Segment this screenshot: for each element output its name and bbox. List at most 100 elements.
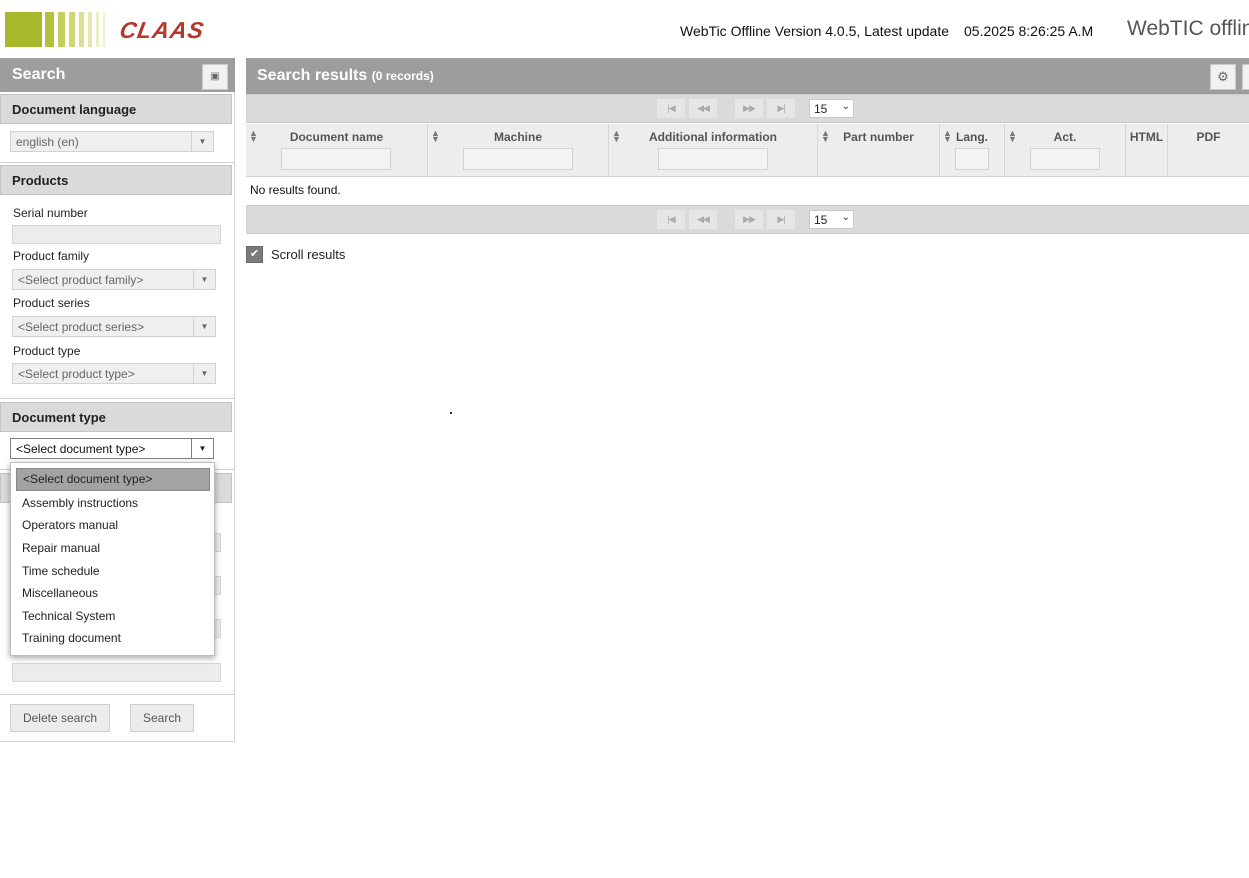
document-type-option[interactable]: Assembly instructions <box>22 496 138 510</box>
settings-button[interactable]: ⚙ <box>1210 64 1236 90</box>
delete-search-button[interactable]: Delete search <box>10 704 110 732</box>
version-text: WebTic Offline Version 4.0.5, Latest upd… <box>680 23 950 39</box>
machine-filter-input[interactable] <box>463 148 573 170</box>
document-type-value: <Select document type> <box>16 442 146 456</box>
column-language[interactable]: ▲ ▼ Lang. <box>940 124 1005 177</box>
stray-dot <box>450 412 452 414</box>
logo-bar <box>103 12 105 47</box>
panel-extra-button[interactable] <box>1242 64 1249 90</box>
column-additional-information[interactable]: ▲ ▼ Additional information <box>609 124 818 177</box>
document-type-option[interactable]: Time schedule <box>22 564 100 578</box>
additional-information-filter-input[interactable] <box>658 148 768 170</box>
app-header: CLAAS WebTic Offline Version 4.0.5, Late… <box>0 0 1249 58</box>
logo-bar <box>45 12 54 47</box>
chevron-down-icon: ⌄ <box>841 212 850 223</box>
collapse-panel-button[interactable]: ▣ <box>202 64 228 90</box>
last-page-icon[interactable]: ▶| <box>767 210 795 229</box>
pager-bottom: |◀ ◀◀ ▶▶ ▶| 15 ⌄ <box>246 205 1249 234</box>
document-type-option[interactable]: <Select document type> <box>16 468 210 491</box>
claas-logo: CLAAS <box>5 12 210 47</box>
scroll-results-label[interactable]: Scroll results <box>271 247 345 262</box>
next-page-icon[interactable]: ▶▶ <box>735 210 763 229</box>
collapse-icon: ▣ <box>210 71 220 82</box>
product-series-label: Product series <box>13 296 90 310</box>
document-type-option[interactable]: Operators manual <box>22 518 118 532</box>
search-results-title-text: Search results <box>257 67 368 84</box>
product-series-select[interactable]: <Select product series> ▼ <box>12 316 216 337</box>
column-title: Document name <box>289 130 384 144</box>
column-html: HTML <box>1126 124 1168 177</box>
previous-page-icon[interactable]: ◀◀ <box>689 210 717 229</box>
serial-number-input[interactable] <box>12 225 221 244</box>
chevron-down-icon: ⌄ <box>841 101 850 112</box>
page-size-select[interactable]: 15 ⌄ <box>809 210 854 229</box>
last-page-icon[interactable]: ▶| <box>767 99 795 118</box>
logo-bar <box>79 12 84 47</box>
page-size-value: 15 <box>814 102 828 116</box>
column-title: Act. <box>1053 130 1077 144</box>
hidden-field-input[interactable] <box>12 663 221 682</box>
act-filter-input[interactable] <box>1030 148 1100 170</box>
update-datetime: 05.2025 8:26:25 A.M <box>964 23 1094 39</box>
pager-top: |◀ ◀◀ ▶▶ ▶| 15 ⌄ <box>246 94 1249 123</box>
section-divider <box>0 398 235 399</box>
language-filter-input[interactable] <box>955 148 989 170</box>
product-family-label: Product family <box>13 249 90 263</box>
search-panel-title: Search <box>0 58 235 92</box>
column-document-name[interactable]: ▲ ▼ Document name <box>246 124 428 177</box>
logo-bar <box>5 12 42 47</box>
product-type-label: Product type <box>13 344 81 358</box>
chevron-down-icon[interactable]: ▼ <box>191 132 213 151</box>
logo-bar <box>96 12 99 47</box>
document-language-heading[interactable]: Document language <box>0 94 232 124</box>
chevron-down-icon[interactable]: ▼ <box>191 439 213 458</box>
column-title: Machine <box>493 130 542 144</box>
page-size-value: 15 <box>814 213 828 227</box>
column-machine[interactable]: ▲ ▼ Machine <box>428 124 609 177</box>
previous-page-icon[interactable]: ◀◀ <box>689 99 717 118</box>
document-language-select[interactable]: english (en) ▼ <box>10 131 214 152</box>
column-title: PDF <box>1196 130 1221 144</box>
column-title: Lang. <box>956 130 988 144</box>
column-part-number[interactable]: ▲ ▼ Part number <box>818 124 940 177</box>
product-type-value: <Select product type> <box>18 367 135 381</box>
column-pdf: PDF <box>1168 124 1249 177</box>
document-type-select[interactable]: <Select document type> ▼ <box>10 438 214 459</box>
brand-title: WebTIC offline <box>1127 17 1249 40</box>
document-language-value: english (en) <box>16 135 79 149</box>
column-act[interactable]: ▲ ▼ Act. <box>1005 124 1126 177</box>
scroll-results-checkbox[interactable]: ✔ <box>246 246 263 263</box>
logo-bar <box>69 12 75 47</box>
section-divider <box>0 694 235 695</box>
page-size-select[interactable]: 15 ⌄ <box>809 99 854 118</box>
chevron-down-icon[interactable]: ▼ <box>193 364 215 383</box>
logo-bar <box>58 12 65 47</box>
section-divider <box>0 162 235 163</box>
column-title: Additional information <box>649 130 777 144</box>
document-type-option[interactable]: Technical System <box>22 609 115 623</box>
product-family-select[interactable]: <Select product family> ▼ <box>12 269 216 290</box>
document-type-option[interactable]: Repair manual <box>22 541 100 555</box>
document-name-filter-input[interactable] <box>281 148 391 170</box>
document-type-option[interactable]: Miscellaneous <box>22 586 98 600</box>
next-page-icon[interactable]: ▶▶ <box>735 99 763 118</box>
first-page-icon[interactable]: |◀ <box>657 210 685 229</box>
checkmark-icon: ✔ <box>249 248 260 260</box>
gear-icon: ⚙ <box>1217 69 1229 84</box>
chevron-down-icon[interactable]: ▼ <box>193 270 215 289</box>
document-type-heading-text: Document type <box>12 410 106 425</box>
product-series-value: <Select product series> <box>18 320 145 334</box>
first-page-icon[interactable]: |◀ <box>657 99 685 118</box>
no-results-message: No results found. <box>246 177 1249 204</box>
search-panel-title-text: Search <box>12 66 66 83</box>
products-heading[interactable]: Products <box>0 165 232 195</box>
document-type-option[interactable]: Training document <box>22 631 121 645</box>
document-language-heading-text: Document language <box>12 102 137 117</box>
product-type-select[interactable]: <Select product type> ▼ <box>12 363 216 384</box>
search-button[interactable]: Search <box>130 704 194 732</box>
logo-wordmark: CLAAS <box>117 17 207 43</box>
document-type-dropdown: <Select document type> Assembly instruct… <box>10 462 215 656</box>
document-type-heading[interactable]: Document type <box>0 402 232 432</box>
results-grid-header: ▲ ▼ Document name ▲ ▼ Machine ▲ ▼ Additiona… <box>246 124 1249 177</box>
chevron-down-icon[interactable]: ▼ <box>193 317 215 336</box>
